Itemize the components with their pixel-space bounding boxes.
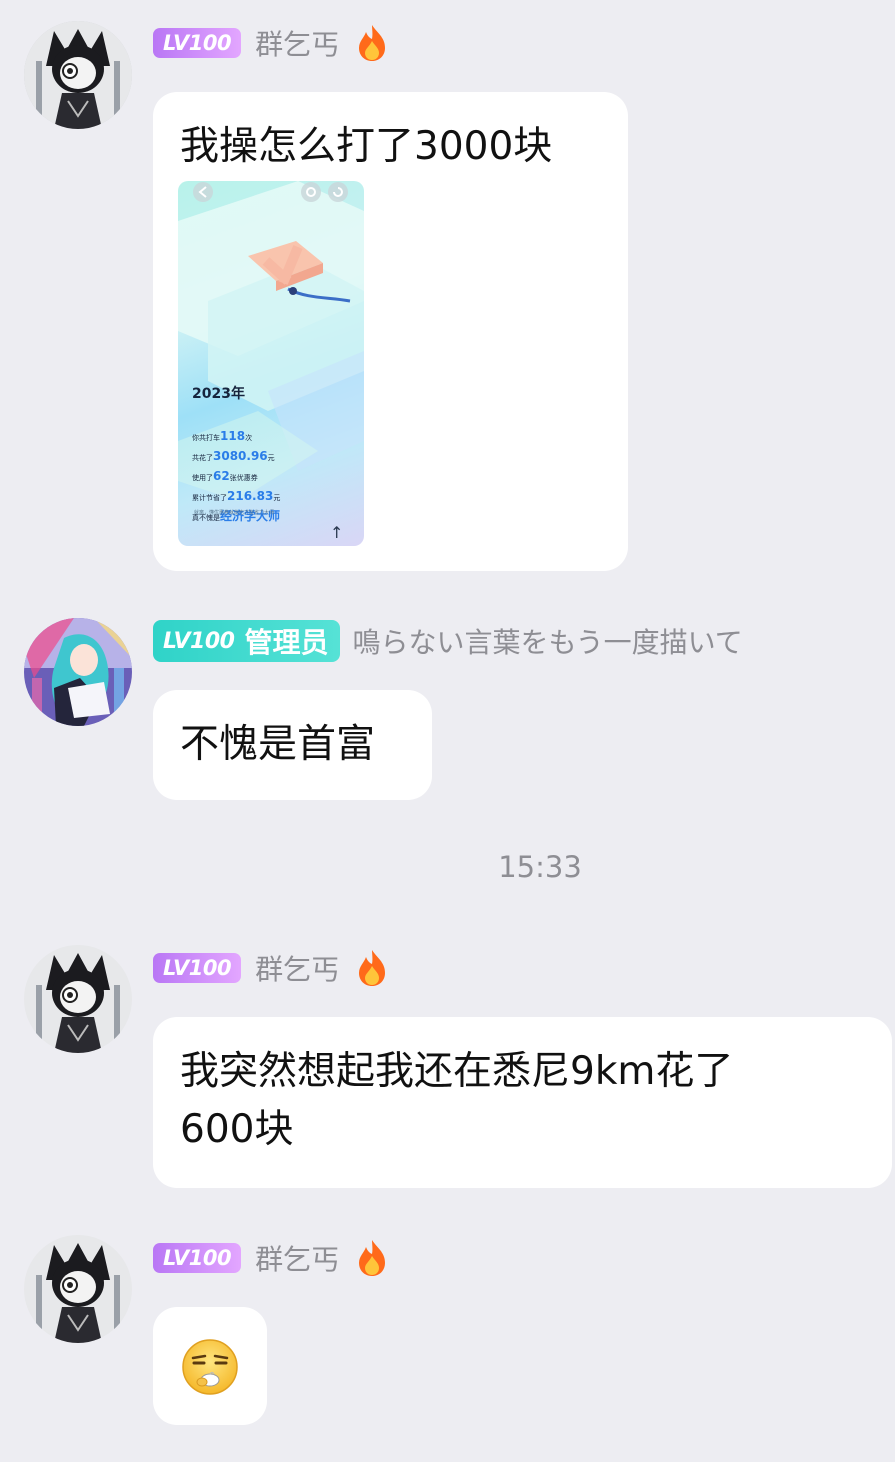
sender-nickname[interactable]: 群乞丐 [255,23,339,63]
sender-row: LV100 管理员 鳴らない言葉をもう一度描いて [153,620,743,662]
fire-icon [359,1240,386,1276]
message-bubble[interactable]: 我突然想起我还在悉尼9km花了 600块 [153,1017,892,1188]
stats-line: 共花了3080.96元 [192,449,275,463]
sender-row: LV100 群乞丐 [153,25,389,61]
avatar-qigai[interactable] [24,21,132,129]
message-text-line: 600块 [180,1107,294,1152]
sender-nickname[interactable]: 鳴らない言葉をもう一度描いて [352,621,742,661]
image-attachment[interactable]: 2023年 你共打车118次 共花了3080.96元 使用了62张优惠券 累计节… [178,181,364,546]
message-text: 我突然想起我还在悉尼9km花了 600块 [180,1043,733,1159]
avatar-admin[interactable] [24,618,132,726]
fire-icon [359,950,386,986]
avatar-qigai[interactable] [24,1235,132,1343]
sender-nickname[interactable]: 群乞丐 [255,1238,339,1278]
sender-row: LV100 群乞丐 [153,1240,389,1276]
arrow-up-icon: ↑ [330,523,344,542]
stats-footer: 就离，懂优惠券就能吃才能省力大师 [194,510,275,516]
level-badge: LV100 [153,1243,242,1273]
level-badge: LV100 [153,953,242,983]
message-bubble[interactable]: 我操怎么打了3000块 2023年 你共打车118次 共花了3080.96元 使… [153,92,628,571]
stats-line: 你共打车118次 [192,429,253,443]
stats-year: 2023年 [192,386,245,402]
message-text-line: 我突然想起我还在悉尼9km花了 [180,1049,734,1094]
message-text: 不愧是首富 [180,722,376,767]
timestamp: 15:33 [498,850,582,884]
sender-row: LV100 群乞丐 [153,950,389,986]
smirk-tea-emoji-icon [182,1339,238,1395]
level-badge: LV100 [163,628,235,654]
admin-badge: LV100 管理员 [153,620,341,662]
message-bubble[interactable]: 不愧是首富 [153,690,432,800]
message-text: 我操怎么打了3000块 [180,124,553,169]
role-badge: 管理员 [244,626,329,659]
level-badge: LV100 [153,28,242,58]
message-bubble[interactable] [153,1307,267,1425]
fire-icon [359,25,386,61]
sender-nickname[interactable]: 群乞丐 [255,948,339,988]
avatar-qigai[interactable] [24,945,132,1053]
